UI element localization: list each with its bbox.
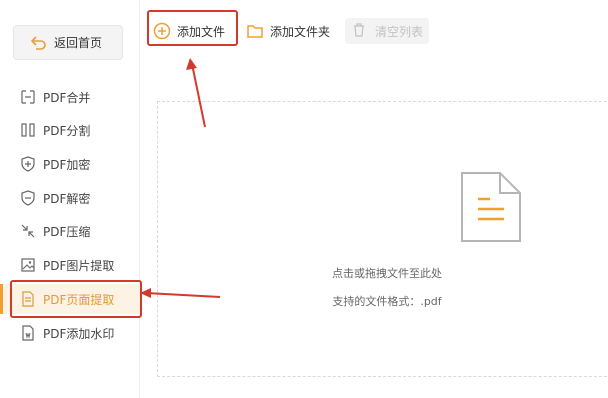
annotation-arrows	[140, 58, 221, 298]
arrow-head-active-item	[140, 288, 151, 298]
arrow-to-add-file	[191, 63, 206, 128]
arrow-to-active-item	[145, 292, 221, 298]
arrow-head-add-file	[186, 58, 197, 70]
